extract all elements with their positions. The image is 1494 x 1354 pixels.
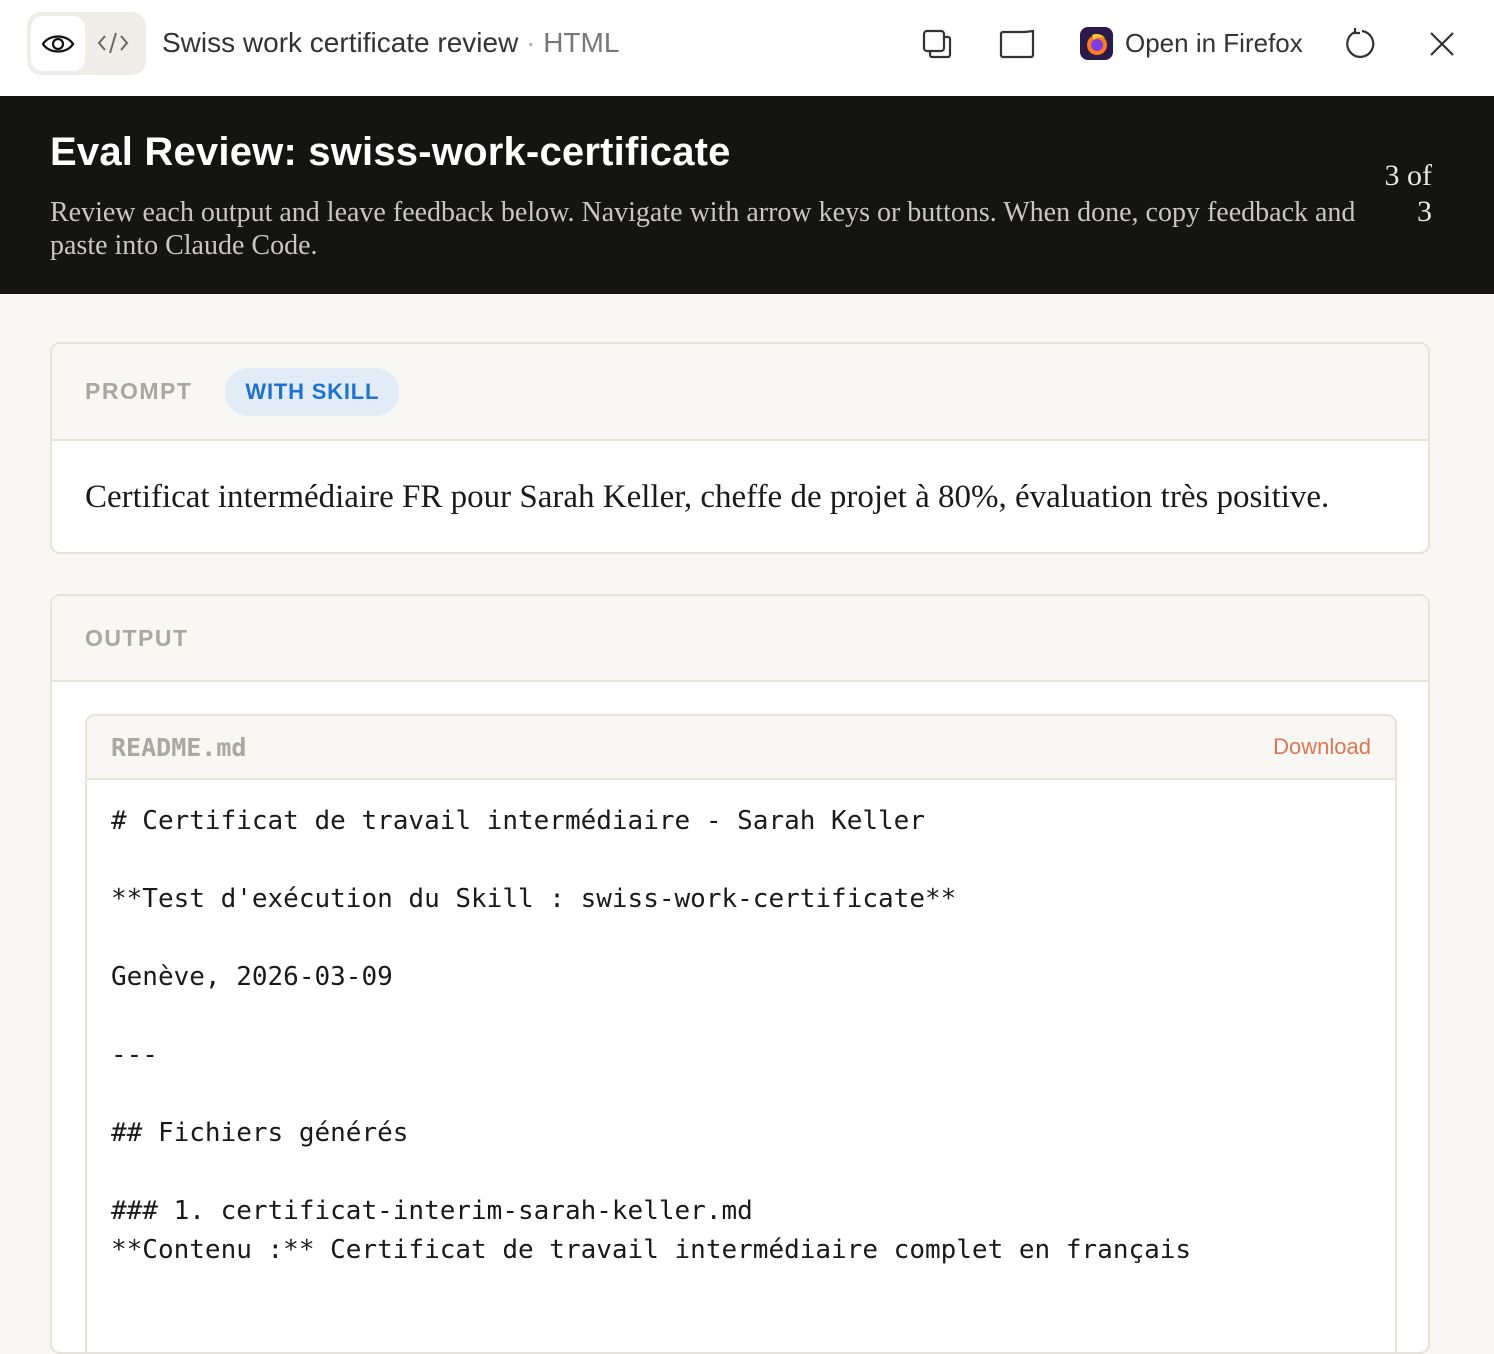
code-view-button[interactable]	[93, 28, 133, 58]
prompt-text: Certificat intermédiaire FR pour Sarah K…	[85, 479, 1330, 515]
preview-button[interactable]	[31, 16, 85, 71]
prompt-card-header: PROMPT WITH SKILL	[52, 344, 1428, 441]
document-title: Swiss work certificate review	[162, 27, 519, 58]
document-kind: HTML	[543, 27, 620, 58]
copy-icon	[922, 29, 952, 59]
page-title: Eval Review: swiss-work-certificate	[50, 130, 731, 174]
prompt-label: PROMPT	[85, 378, 193, 404]
page-subtitle: Review each output and leave feedback be…	[50, 197, 1356, 261]
close-icon	[1430, 32, 1454, 56]
eye-icon	[41, 34, 75, 53]
code-icon	[97, 32, 129, 54]
page-counter: 3 of 3	[1384, 159, 1433, 228]
output-card: OUTPUT README.md Download # Certificat d…	[50, 594, 1430, 1354]
firefox-icon	[1080, 27, 1113, 60]
close-button[interactable]	[1424, 26, 1460, 62]
open-in-firefox-label: Open in Firefox	[1125, 28, 1303, 58]
window-toolbar: Swiss work certificate review · HTML Ope…	[0, 0, 1494, 96]
reload-icon	[1346, 28, 1375, 58]
view-toggle	[27, 12, 146, 75]
review-header: Eval Review: swiss-work-certificate Revi…	[0, 96, 1494, 294]
file-name: README.md	[111, 732, 247, 762]
output-card-header: OUTPUT	[52, 596, 1428, 682]
copy-button[interactable]	[919, 26, 955, 62]
download-link[interactable]: Download	[1273, 734, 1371, 760]
with-skill-badge: WITH SKILL	[225, 367, 400, 416]
open-folder-button[interactable]	[999, 26, 1035, 62]
file-content: # Certificat de travail intermédiaire - …	[111, 806, 1192, 1265]
title-separator: ·	[526, 27, 536, 58]
reload-button[interactable]	[1344, 26, 1380, 62]
window-title: Swiss work certificate review · HTML	[162, 27, 619, 59]
file-viewer: README.md Download # Certificat de trava…	[85, 714, 1397, 1352]
prompt-card: PROMPT WITH SKILL Certificat intermédiai…	[50, 342, 1430, 554]
open-in-firefox-button[interactable]: Open in Firefox	[1080, 27, 1303, 60]
file-header: README.md Download	[87, 716, 1395, 780]
folder-icon	[999, 29, 1035, 59]
output-label: OUTPUT	[85, 624, 189, 651]
